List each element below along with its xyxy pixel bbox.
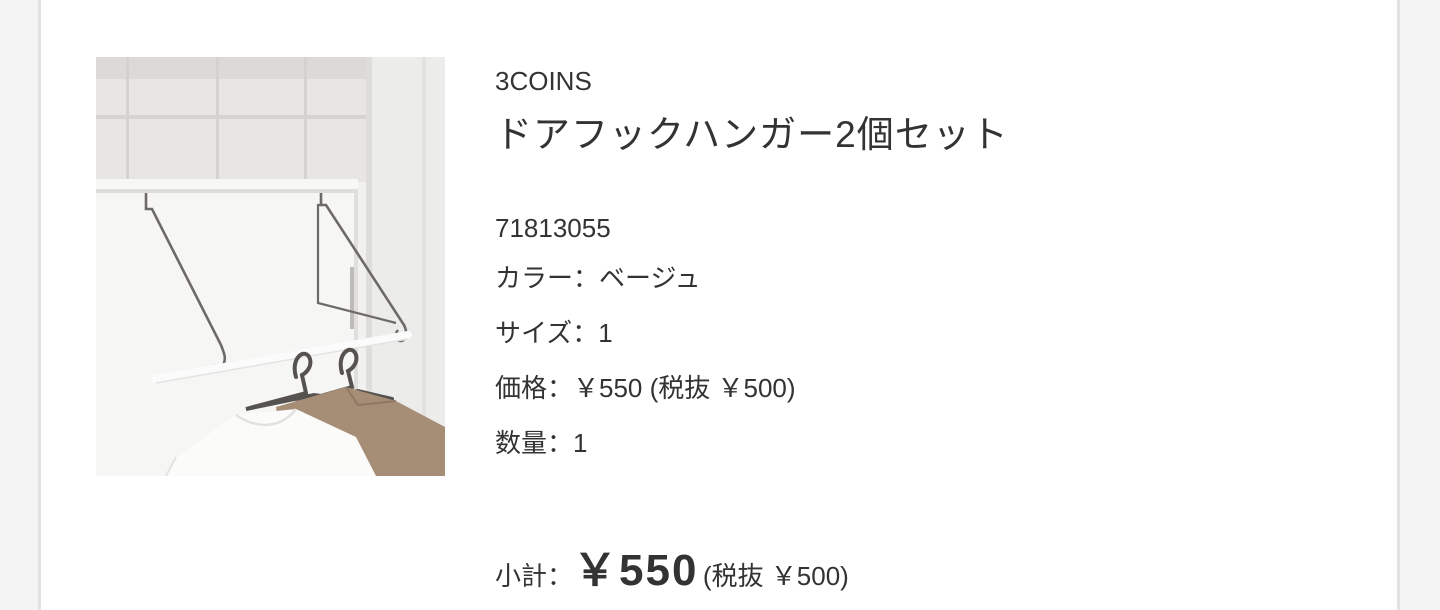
product-brand[interactable]: 3COINS [495, 66, 592, 97]
product-image[interactable] [96, 57, 445, 476]
product-name[interactable]: ドアフックハンガー2個セット [495, 104, 1009, 158]
subtotal-amount: ￥550 [573, 546, 699, 595]
product-quantity: 数量：1 [495, 428, 588, 458]
subtotal-tax-note: (税抜 ￥500) [702, 561, 849, 591]
subtotal-label: 小計： [495, 561, 574, 591]
product-size: サイズ：1 [495, 318, 613, 348]
subtotal: 小計：￥550 (税抜 ￥500) [495, 534, 849, 598]
product-photo-illustration [96, 57, 445, 476]
product-color: カラー：ベージュ [495, 263, 701, 293]
product-price: 価格：￥550 (税抜 ￥500) [495, 373, 796, 403]
product-sku: 71813055 [495, 213, 611, 243]
